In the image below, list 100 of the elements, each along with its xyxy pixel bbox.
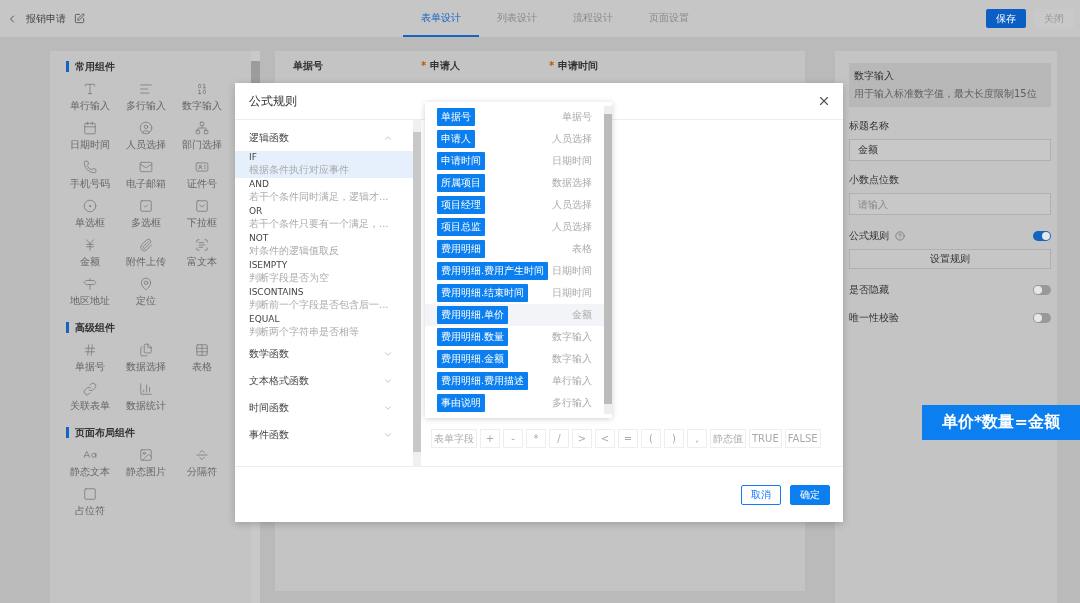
- number-icon[interactable]: [83, 343, 97, 357]
- digits-icon[interactable]: [195, 82, 209, 96]
- component-item[interactable]: 附件上传: [126, 255, 166, 269]
- component-item[interactable]: 数据选择: [126, 360, 166, 374]
- menu-item[interactable]: 项目经理 人员选择: [425, 194, 604, 216]
- confirm-button[interactable]: 确定: [790, 484, 830, 505]
- component-item[interactable]: 富文本: [187, 255, 217, 269]
- menu-item[interactable]: 费用明细.单价 金额: [425, 304, 604, 326]
- menu-item[interactable]: 费用明细.费用产生时间 日期时间: [425, 260, 604, 282]
- menu-item[interactable]: 项目总监 人员选择: [425, 216, 604, 238]
- operator-button[interactable]: 静态值: [710, 429, 746, 448]
- t-icon[interactable]: [83, 82, 97, 96]
- function-item[interactable]: ISEMPTY 判断字段是否为空: [235, 259, 413, 286]
- operator-button[interactable]: >: [572, 429, 592, 448]
- component-item[interactable]: 下拉框: [187, 216, 217, 230]
- component-item[interactable]: 数据统计: [126, 399, 166, 413]
- scrollbar[interactable]: [413, 120, 421, 466]
- operator-button[interactable]: +: [480, 429, 500, 448]
- rich-text-icon[interactable]: [195, 238, 209, 252]
- close-icon[interactable]: [817, 94, 831, 108]
- menu-item[interactable]: 费用明细.金额 数字输入: [425, 348, 604, 370]
- menu-item[interactable]: 事由说明 多行输入: [425, 392, 604, 414]
- menu-item[interactable]: 所属项目 数据选择: [425, 172, 604, 194]
- calendar-icon[interactable]: [83, 121, 97, 135]
- component-item[interactable]: 电子邮箱: [126, 177, 166, 191]
- checkbox-icon[interactable]: [139, 199, 153, 213]
- tab[interactable]: 表单设计: [403, 0, 479, 37]
- function-item[interactable]: NOT 对条件的逻辑值取反: [235, 232, 413, 259]
- component-item[interactable]: 金额: [80, 255, 100, 269]
- component-item[interactable]: 日期时间: [70, 138, 110, 152]
- component-item[interactable]: 数字输入: [182, 99, 222, 113]
- component-item[interactable]: 手机号码: [70, 177, 110, 191]
- function-category[interactable]: 数学函数: [235, 340, 413, 367]
- save-button[interactable]: 保存: [986, 9, 1026, 28]
- user-icon[interactable]: [139, 121, 153, 135]
- component-item[interactable]: 定位: [136, 294, 156, 308]
- operator-button[interactable]: =: [618, 429, 638, 448]
- operator-button[interactable]: (: [641, 429, 661, 448]
- paperclip-icon[interactable]: [139, 238, 153, 252]
- component-item[interactable]: 单行输入: [70, 99, 110, 113]
- separator-icon[interactable]: [195, 448, 209, 462]
- function-item[interactable]: AND 若干个条件同时满足，逻辑才...: [235, 178, 413, 205]
- set-rule-button[interactable]: 设置规则: [849, 249, 1051, 269]
- yen-icon[interactable]: [83, 238, 97, 252]
- function-category[interactable]: 时间函数: [235, 394, 413, 421]
- function-item[interactable]: IF 根据条件执行对应事件: [235, 151, 413, 178]
- id-card-icon[interactable]: [195, 160, 209, 174]
- component-item[interactable]: 地区地址: [70, 294, 110, 308]
- menu-item[interactable]: 费用明细 表格: [425, 238, 604, 260]
- menu-item[interactable]: 申请时间 日期时间: [425, 150, 604, 172]
- component-item[interactable]: 静态文本: [70, 465, 110, 479]
- radio-icon[interactable]: [83, 199, 97, 213]
- map-pin-icon[interactable]: [139, 277, 153, 291]
- menu-item[interactable]: 费用明细.结束时间 日期时间: [425, 282, 604, 304]
- image-icon[interactable]: [139, 448, 153, 462]
- cancel-button[interactable]: 取消: [741, 484, 781, 505]
- menu-item[interactable]: 费用明细.数量 数字输入: [425, 326, 604, 348]
- component-item[interactable]: 多行输入: [126, 99, 166, 113]
- phone-icon[interactable]: [83, 160, 97, 174]
- menu-item[interactable]: 申请人 人员选择: [425, 128, 604, 150]
- component-item[interactable]: 表格: [192, 360, 212, 374]
- square-icon[interactable]: [83, 487, 97, 501]
- toggle-switch[interactable]: [1033, 285, 1051, 295]
- operator-button[interactable]: FALSE: [784, 429, 821, 448]
- operator-button[interactable]: ,: [687, 429, 707, 448]
- component-item[interactable]: 证件号: [187, 177, 217, 191]
- org-chart-icon[interactable]: [195, 121, 209, 135]
- component-item[interactable]: 单据号: [75, 360, 105, 374]
- operator-button[interactable]: *: [526, 429, 546, 448]
- operator-button[interactable]: <: [595, 429, 615, 448]
- link-icon[interactable]: [83, 382, 97, 396]
- signpost-icon[interactable]: [83, 277, 97, 291]
- operator-button[interactable]: 表单字段: [431, 429, 477, 448]
- component-item[interactable]: 部门选择: [182, 138, 222, 152]
- text-lines-icon[interactable]: [139, 82, 153, 96]
- operator-button[interactable]: ): [664, 429, 684, 448]
- function-category[interactable]: 逻辑函数: [235, 124, 413, 151]
- chart-icon[interactable]: [139, 382, 153, 396]
- title-input[interactable]: 金额: [849, 139, 1051, 161]
- scrollbar[interactable]: [604, 106, 612, 414]
- component-item[interactable]: 人员选择: [126, 138, 166, 152]
- edit-icon[interactable]: [74, 13, 85, 24]
- dropdown-icon[interactable]: [195, 199, 209, 213]
- component-item[interactable]: 多选框: [131, 216, 161, 230]
- component-item[interactable]: 占位符: [75, 504, 105, 518]
- menu-item[interactable]: 单据号 单据号: [425, 106, 604, 128]
- operator-button[interactable]: TRUE: [749, 429, 782, 448]
- component-item[interactable]: 静态图片: [126, 465, 166, 479]
- operator-button[interactable]: /: [549, 429, 569, 448]
- component-item[interactable]: 关联表单: [70, 399, 110, 413]
- mail-icon[interactable]: [139, 160, 153, 174]
- toggle-switch[interactable]: [1033, 231, 1051, 241]
- component-item[interactable]: 单选框: [75, 216, 105, 230]
- table-icon[interactable]: [195, 343, 209, 357]
- component-item[interactable]: 分隔符: [187, 465, 217, 479]
- function-category[interactable]: 文本格式函数: [235, 367, 413, 394]
- files-icon[interactable]: [139, 343, 153, 357]
- menu-item[interactable]: 费用明细.费用描述 单行输入: [425, 370, 604, 392]
- operator-button[interactable]: -: [503, 429, 523, 448]
- toggle-switch[interactable]: [1033, 313, 1051, 323]
